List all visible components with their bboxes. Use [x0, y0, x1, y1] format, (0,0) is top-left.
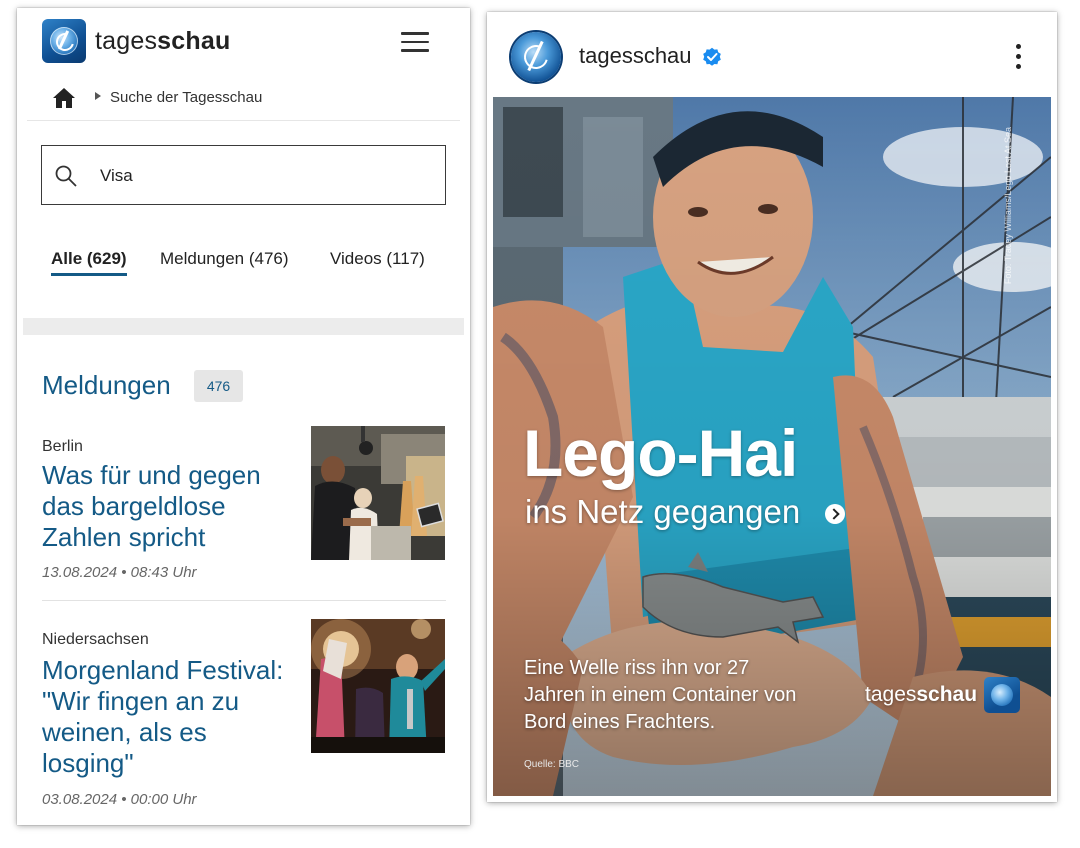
search-icon [55, 165, 77, 187]
article-location: Berlin [42, 438, 83, 455]
active-tab-indicator [51, 273, 127, 276]
account-name[interactable]: tagesschau [579, 43, 692, 69]
list-item[interactable]: Niedersachsen Morgenland Festival: "Wir … [42, 619, 446, 809]
article-date: 03.08.2024 • 00:00 Uhr [42, 791, 197, 808]
divider [27, 120, 460, 121]
tab-videos[interactable]: Videos (117) [330, 249, 425, 269]
tagesschau-logo [984, 677, 1020, 713]
search-results-page: tagesschau Suche der Tagesschau Visa All… [17, 8, 470, 825]
story-brand-light: tages [865, 683, 917, 706]
article-location: Niedersachsen [42, 631, 149, 648]
story-subtitle[interactable]: ins Netz gegangen [525, 493, 800, 531]
story-body: Eine Welle riss ihn vor 27 Jahren in ein… [524, 657, 797, 733]
tab-meldungen[interactable]: Meldungen (476) [160, 249, 289, 269]
brand-wordmark-light: tages [95, 27, 158, 55]
avatar[interactable] [511, 32, 561, 82]
verified-badge-icon [703, 47, 721, 66]
search-input-value: Visa [100, 166, 133, 185]
article-headline[interactable]: Morgenland Festival: "Wir fingen an zu w… [42, 655, 287, 779]
story-source: Quelle: BBC [524, 759, 580, 770]
brand-wordmark[interactable]: tagesschau [95, 27, 230, 56]
story-image[interactable]: Foto: Tracey Williams/Lego Lost At Sea L… [493, 97, 1051, 796]
article-thumbnail[interactable] [311, 619, 445, 753]
count-badge: 476 [194, 370, 243, 402]
breadcrumb: Suche der Tagesschau [52, 86, 452, 110]
article-headline[interactable]: Was für und gegen das bargeldlose Zahlen… [42, 460, 287, 553]
breadcrumb-label: Suche der Tagesschau [110, 89, 263, 106]
story-title: Lego-Hai [523, 416, 798, 490]
search-input[interactable]: Visa [41, 145, 446, 205]
more-options-icon[interactable] [1014, 42, 1022, 72]
tab-all[interactable]: Alle (629) [51, 249, 127, 269]
brand-wordmark-bold: schau [157, 27, 231, 55]
social-story-post: tagesschau Foto: Tracey Williams/Lego Lo… [487, 12, 1057, 802]
section-separator [23, 318, 464, 335]
photo-credit: Foto: Tracey Williams/Lego Lost At Sea [1003, 127, 1013, 285]
list-item[interactable]: Berlin Was für und gegen das bargeldlose… [42, 426, 446, 598]
chevron-right-icon[interactable] [825, 504, 845, 524]
article-date: 13.08.2024 • 08:43 Uhr [42, 564, 197, 581]
tagesschau-logo[interactable] [42, 19, 86, 63]
section-title: Meldungen [42, 370, 171, 400]
home-icon[interactable] [52, 86, 76, 110]
article-thumbnail[interactable] [311, 426, 445, 560]
story-brand-wordmark: tagesschau [865, 683, 977, 707]
story-brand-bold: schau [916, 683, 978, 706]
breadcrumb-chevron-icon [95, 92, 101, 100]
menu-icon[interactable] [401, 32, 429, 52]
divider [42, 600, 446, 601]
